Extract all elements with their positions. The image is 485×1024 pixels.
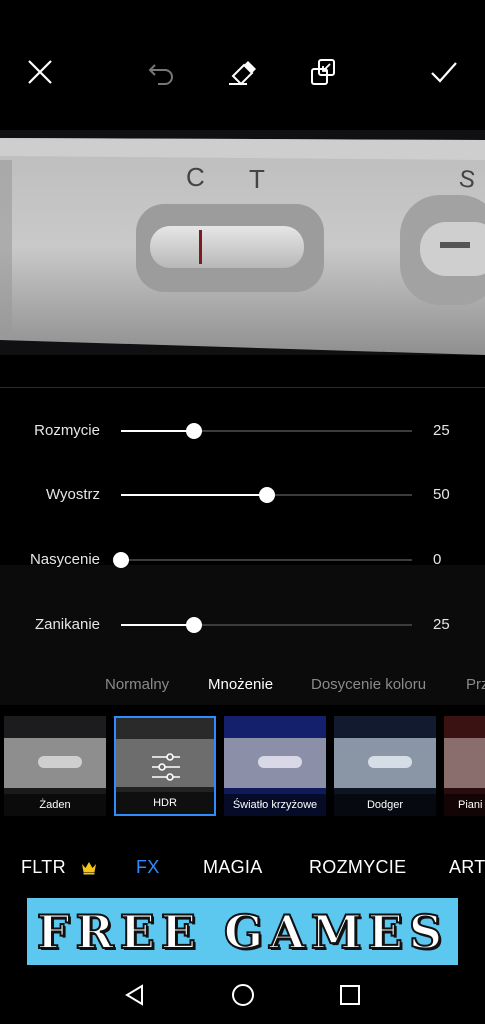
slider-thumb[interactable] xyxy=(258,487,275,503)
home-circle-icon xyxy=(232,984,254,1006)
filter-label: Dodger xyxy=(334,794,436,816)
blend-mode-normal[interactable]: Normalny xyxy=(105,676,169,693)
slider-thumb[interactable] xyxy=(113,552,129,568)
tab-art[interactable]: ART xyxy=(449,857,485,878)
adjust-icon xyxy=(152,753,180,781)
blend-mode-next[interactable]: Prz xyxy=(466,676,485,693)
slider-label: Zanikanie xyxy=(34,616,100,633)
close-button[interactable] xyxy=(20,52,60,92)
slider-track[interactable] xyxy=(121,617,412,633)
tab-fx[interactable]: FX xyxy=(136,857,160,878)
tab-label: FLTR xyxy=(21,857,66,877)
filter-next[interactable]: Piani xyxy=(444,716,485,816)
slider-sharpen[interactable]: Wyostrz 50 xyxy=(0,480,485,510)
crown-icon xyxy=(82,862,97,875)
recents-button[interactable] xyxy=(335,980,365,1010)
slider-track[interactable] xyxy=(113,552,412,568)
filter-label: HDR xyxy=(116,792,214,814)
slider-fill xyxy=(121,624,194,626)
check-icon xyxy=(431,62,457,83)
slider-value: 25 xyxy=(433,422,450,439)
slider-value: 25 xyxy=(433,616,450,633)
slider-track[interactable] xyxy=(121,487,412,503)
slider-fade[interactable]: Zanikanie 25 xyxy=(0,610,485,640)
back-button[interactable] xyxy=(120,980,150,1010)
divider xyxy=(0,387,485,388)
blend-mode-multiply[interactable]: Mnożenie xyxy=(208,676,273,693)
slider-value: 0 xyxy=(433,551,442,568)
slider-thumb[interactable] xyxy=(185,423,202,439)
slider-label: Rozmycie xyxy=(34,422,100,439)
slider-thumb[interactable] xyxy=(185,617,202,633)
filter-label: Światło krzyżowe xyxy=(224,794,326,816)
filter-none[interactable]: Żaden xyxy=(4,716,106,816)
blend-mode-color-burn[interactable]: Dosycenie koloru xyxy=(311,676,426,693)
slider-fill xyxy=(121,494,267,496)
test-mark-t: T xyxy=(249,164,265,194)
ad-banner[interactable]: FREE GAMES xyxy=(27,898,458,965)
compare-button[interactable] xyxy=(303,52,343,92)
tab-magia[interactable]: MAGIA xyxy=(203,857,263,878)
test-mark-c: C xyxy=(186,162,205,192)
ad-text: FREE GAMES xyxy=(36,904,449,960)
apply-button[interactable] xyxy=(424,52,464,92)
filter-label: Piani xyxy=(444,794,485,816)
recents-square-icon xyxy=(340,985,360,1005)
preview-window xyxy=(258,756,302,768)
close-icon xyxy=(28,60,52,84)
filter-cross-light[interactable]: Światło krzyżowe xyxy=(224,716,326,816)
slider-label: Wyostrz xyxy=(45,486,100,503)
tab-fltr[interactable]: FLTR xyxy=(21,857,97,878)
slider-label: Nasycenie xyxy=(29,551,100,568)
filter-label: Żaden xyxy=(4,794,106,816)
filter-dodger[interactable]: Dodger xyxy=(334,716,436,816)
undo-icon xyxy=(148,64,173,85)
preview-window xyxy=(368,756,412,768)
compare-icon xyxy=(311,59,335,85)
photo-preview[interactable]: C T S xyxy=(0,130,485,355)
slider-saturation[interactable]: Nasycenie 0 xyxy=(0,545,485,575)
filter-hdr[interactable]: HDR xyxy=(114,716,216,816)
eraser-icon xyxy=(229,61,256,86)
eraser-button[interactable] xyxy=(222,52,262,92)
tab-rozmycie[interactable]: ROZMYCIE xyxy=(309,857,406,878)
slider-fill xyxy=(121,430,194,432)
pregnancy-test-photo xyxy=(0,130,485,355)
back-triangle-icon xyxy=(125,984,143,1006)
slider-blur[interactable]: Rozmycie 25 xyxy=(0,416,485,446)
slider-value: 50 xyxy=(433,486,450,503)
undo-button[interactable] xyxy=(141,52,181,92)
slider-track[interactable] xyxy=(121,423,412,439)
home-button[interactable] xyxy=(228,980,258,1010)
preview-window xyxy=(38,756,82,768)
